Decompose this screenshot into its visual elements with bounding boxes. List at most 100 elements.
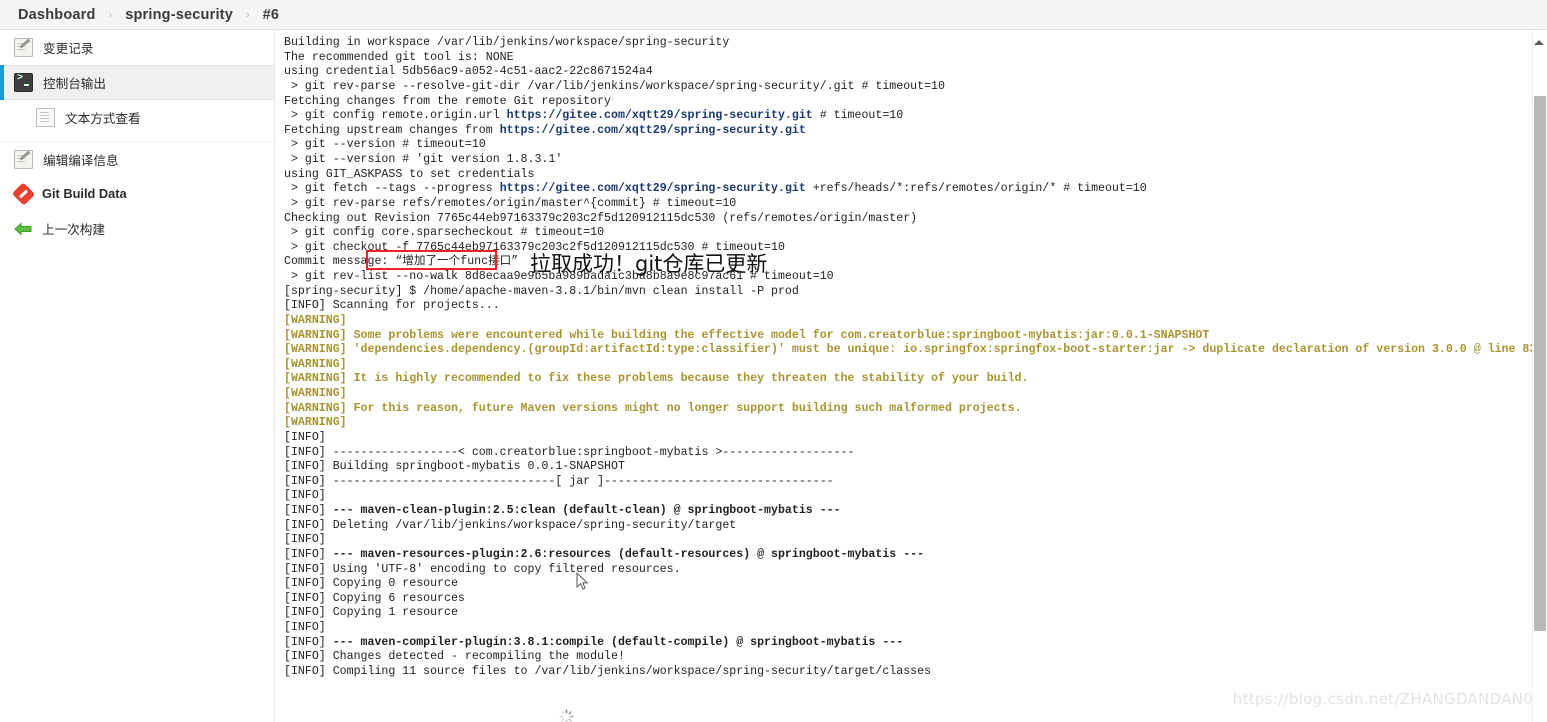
console-line: [INFO] Changes detected - recompiling th… [284,650,1534,665]
console-text: # timeout=10 [812,109,904,123]
console-text: [INFO] [284,547,333,561]
console-text: [WARNING] It is highly recommended to fi… [284,372,1029,386]
console-line: Commit message: “增加了一个func接口” [284,255,1534,270]
breadcrumb-separator-icon: › [108,8,113,21]
console-line: [INFO] --------------------------------[… [284,475,1534,490]
console-line: [INFO] [284,489,1534,504]
console-line: using credential 5db56ac9-a052-4c51-aac2… [284,65,1534,80]
console-text: [INFO] [284,504,333,517]
console-line: > git fetch --tags --progress https://gi… [284,182,1534,197]
console-line: > git config core.sparsecheckout # timeo… [284,226,1534,241]
console-line: > git --version # timeout=10 [284,138,1534,153]
terminal-icon [14,73,33,92]
console-text: using credential 5db56ac9-a052-4c51-aac2… [284,65,653,79]
console-text: [WARNING] For this reason, future Maven … [284,401,1022,415]
console-text: using GIT_ASKPASS to set credentials [284,167,535,181]
console-line: [INFO] Using 'UTF-8' encoding to copy fi… [284,563,1534,578]
console-line: [WARNING] It is highly recommended to fi… [284,372,1534,387]
console-text: The recommended git tool is: NONE [284,50,514,64]
console-line: [INFO] [284,533,1534,548]
console-text: [spring-security] $ /home/apache-maven-3… [284,284,799,298]
sidebar-item-label: 编辑编译信息 [43,153,119,168]
console-line: [INFO] --- maven-resources-plugin:2.6:re… [284,548,1534,563]
console-text: [WARNING] [284,357,347,371]
console-link[interactable]: https://gitee.com/xqtt29/spring-security… [500,124,806,137]
console-line: [INFO] Building springboot-mybatis 0.0.1… [284,460,1534,475]
console-line: [WARNING] For this reason, future Maven … [284,402,1534,417]
console-text: [INFO] [284,635,333,649]
sidebar-item-change-log[interactable]: 变更记录 [0,30,274,65]
console-text: [INFO] ------------------< com.creatorbl… [284,445,855,459]
console-line: [INFO] Deleting /var/lib/jenkins/workspa… [284,519,1534,534]
console-text: > git config remote.origin.url [284,109,507,123]
console-line: [WARNING] [284,416,1534,431]
sidebar-item-label: 控制台输出 [43,77,106,91]
console-link[interactable]: https://gitee.com/xqtt29/spring-security… [507,109,813,122]
annotation-label: 拉取成功！git仓库已更新 [530,252,768,276]
console-text: Checking out Revision 7765c44eb97163379c… [284,211,918,225]
sidebar-item-label: Git Build Data [42,186,127,201]
breadcrumb-item-build-number[interactable]: #6 [263,7,280,23]
note-icon [14,38,33,57]
console-text: > git config core.sparsecheckout # timeo… [284,226,605,240]
console-line: Fetching changes from the remote Git rep… [284,95,1534,110]
console-line: > git --version # 'git version 1.8.3.1' [284,153,1534,168]
console-text: [INFO] Changes detected - recompiling th… [284,650,625,664]
console-text: [INFO] Building springboot-mybatis 0.0.1… [284,460,625,474]
console-log-text: Building in workspace /var/lib/jenkins/w… [284,36,1534,680]
console-text: [INFO] [284,533,326,547]
console-line: [INFO] Copying 1 resource [284,606,1534,621]
console-text: [INFO] Using 'UTF-8' encoding to copy fi… [284,562,681,576]
sidebar-item-label: 文本方式查看 [65,112,141,126]
console-line: [WARNING] [284,387,1534,402]
console-text: [INFO] Copying 1 resource [284,606,458,620]
console-line: > git rev-parse --resolve-git-dir /var/l… [284,80,1534,95]
console-text: [INFO] Copying 6 resources [284,591,465,605]
console-text: > git fetch --tags --progress [284,182,500,196]
loading-spinner-icon [559,709,574,722]
sidebar-item-git-build-data[interactable]: Git Build Data [0,176,274,211]
console-text: [INFO] [284,489,326,503]
console-text: +refs/heads/*:refs/remotes/origin/* # ti… [805,182,1147,196]
console-text: Building in workspace /var/lib/jenkins/w… [284,36,730,49]
console-text: [INFO] Compiling 11 source files to /var… [284,664,932,678]
sidebar-item-label: 上一次构建 [42,223,105,237]
console-line: The recommended git tool is: NONE [284,51,1534,66]
console-line: [INFO] Copying 0 resource [284,577,1534,592]
console-line: > git checkout -f 7765c44eb97163379c203c… [284,241,1534,256]
console-text: [INFO] --------------------------------[… [284,474,834,488]
console-text: [WARNING] [284,313,347,327]
console-line: [INFO] --- maven-clean-plugin:2.5:clean … [284,504,1534,519]
sidebar-item-console-output[interactable]: 控制台输出 [0,65,274,100]
console-text: [INFO] Deleting /var/lib/jenkins/workspa… [284,518,737,532]
console-output-panel[interactable]: Building in workspace /var/lib/jenkins/w… [274,30,1534,722]
sidebar-item-previous-build[interactable]: 上一次构建 [0,211,274,246]
console-line: [INFO] --- maven-compiler-plugin:3.8.1:c… [284,636,1534,651]
console-link[interactable]: https://gitee.com/xqtt29/spring-security… [500,182,806,195]
sidebar-item-view-as-plain-text[interactable]: 文本方式查看 [0,100,274,135]
vertical-scrollbar-track[interactable] [1532,30,1547,722]
vertical-scrollbar-thumb[interactable] [1534,96,1546,631]
console-text: > git rev-parse --resolve-git-dir /var/l… [284,79,945,93]
mouse-cursor-icon [576,571,589,591]
sidebar: 变更记录 控制台输出 文本方式查看 编辑编译信息 Git Build Data … [0,30,274,722]
console-line: Building in workspace /var/lib/jenkins/w… [284,36,1534,51]
console-line: [WARNING] [284,358,1534,373]
console-line: [WARNING] 'dependencies.dependency.(grou… [284,343,1534,358]
console-text: [WARNING] 'dependencies.dependency.(grou… [284,343,1534,357]
console-line: [INFO] [284,431,1534,446]
console-line: [INFO] [284,621,1534,636]
sidebar-item-edit-build-information[interactable]: 编辑编译信息 [0,141,274,176]
console-text: Fetching upstream changes from [284,123,500,137]
console-text: [INFO] Copying 0 resource [284,577,458,591]
breadcrumb-item-project[interactable]: spring-security [125,7,233,23]
scroll-up-arrow-icon[interactable] [1533,36,1545,48]
console-text: Fetching changes from the remote Git rep… [284,94,611,108]
console-line: [INFO] Compiling 11 source files to /var… [284,665,1534,680]
green-arrow-icon [14,221,32,236]
console-line: [INFO] ------------------< com.creatorbl… [284,446,1534,461]
console-text: [INFO] [284,621,326,634]
breadcrumb-item-dashboard[interactable]: Dashboard [18,7,96,23]
console-line: [spring-security] $ /home/apache-maven-3… [284,285,1534,300]
console-line: > git rev-parse refs/remotes/origin/mast… [284,197,1534,212]
